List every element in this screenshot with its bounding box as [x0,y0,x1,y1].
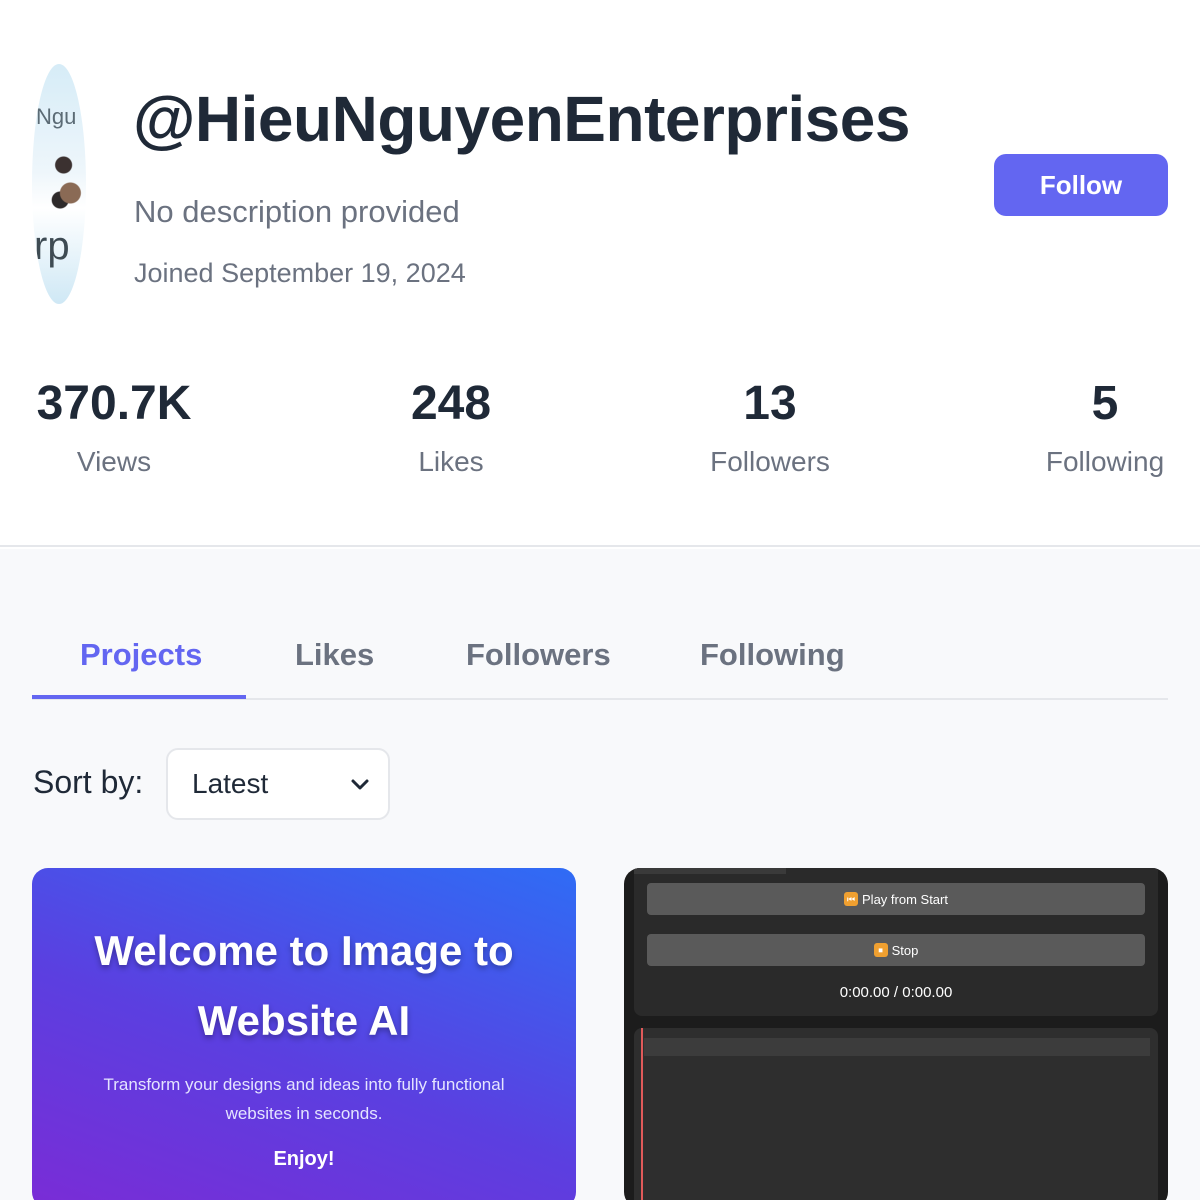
play-from-start-label: Play from Start [862,891,948,907]
sort-select[interactable]: Latest [166,748,390,820]
stat-following-label: Following [1045,446,1165,477]
tab-following[interactable]: Following [700,620,845,700]
profile-tabs: Projects Likes Followers Following [32,620,1168,700]
stop-icon: ⏹ [873,943,888,957]
avatar-text-top: Ngu [36,104,77,129]
play-from-start-button[interactable]: ⏮ Play from Start [647,883,1145,915]
sort-label: Sort by: [33,764,144,800]
project-card[interactable]: Welcome to Image to Website AI Transform… [32,868,576,1200]
profile-joined-date: Joined September 19, 2024 [134,258,466,288]
tab-projects[interactable]: Projects [80,620,202,700]
playhead[interactable] [641,1028,643,1200]
stat-likes-label: Likes [418,446,484,477]
tab-likes[interactable]: Likes [295,620,374,700]
rewind-icon: ⏮ [844,892,859,906]
profile-username: @HieuNguyenEnterprises [133,83,910,155]
project-card-title: Welcome to Image to Website AI [94,927,514,1044]
stat-followers: 13 Followers [700,376,840,478]
avatar-dog-image [50,144,84,214]
project-card[interactable]: ⏮ Play from Start ⏹ Stop 0:00.00 / 0:00.… [624,868,1168,1200]
stop-label: Stop [891,942,919,958]
stat-views-value: 370.7K [36,377,192,430]
timeline-track[interactable] [644,1038,1150,1056]
avatar[interactable]: Ngu rp [32,64,86,304]
stat-views-label: Views [76,446,152,477]
stat-likes-value: 248 [410,377,492,430]
avatar-text-bottom: rp [34,224,70,268]
stat-likes: 248 Likes [396,376,506,478]
active-tab-indicator [32,695,246,699]
project-card-cta: Enjoy! [273,1148,335,1170]
stat-following-value: 5 [1091,377,1119,430]
tab-followers[interactable]: Followers [466,620,611,700]
project-card-subtitle: Transform your designs and ideas into fu… [103,1075,505,1123]
chevron-down-icon [351,779,369,790]
profile-description: No description provided [134,194,460,229]
stat-views: 370.7K Views [32,376,196,478]
time-readout: 0:00.00 / 0:00.00 [839,984,953,1001]
stat-followers-label: Followers [710,446,830,477]
panel-top-edge [634,868,786,874]
follow-button[interactable]: Follow [994,154,1168,216]
stop-button[interactable]: ⏹ Stop [647,934,1145,966]
profile-header: Ngu rp @HieuNguyenEnterprises No descrip… [0,0,1200,547]
sort-selected-value: Latest [192,768,269,799]
stat-following: 5 Following [1040,376,1170,478]
stat-followers-value: 13 [743,377,797,430]
